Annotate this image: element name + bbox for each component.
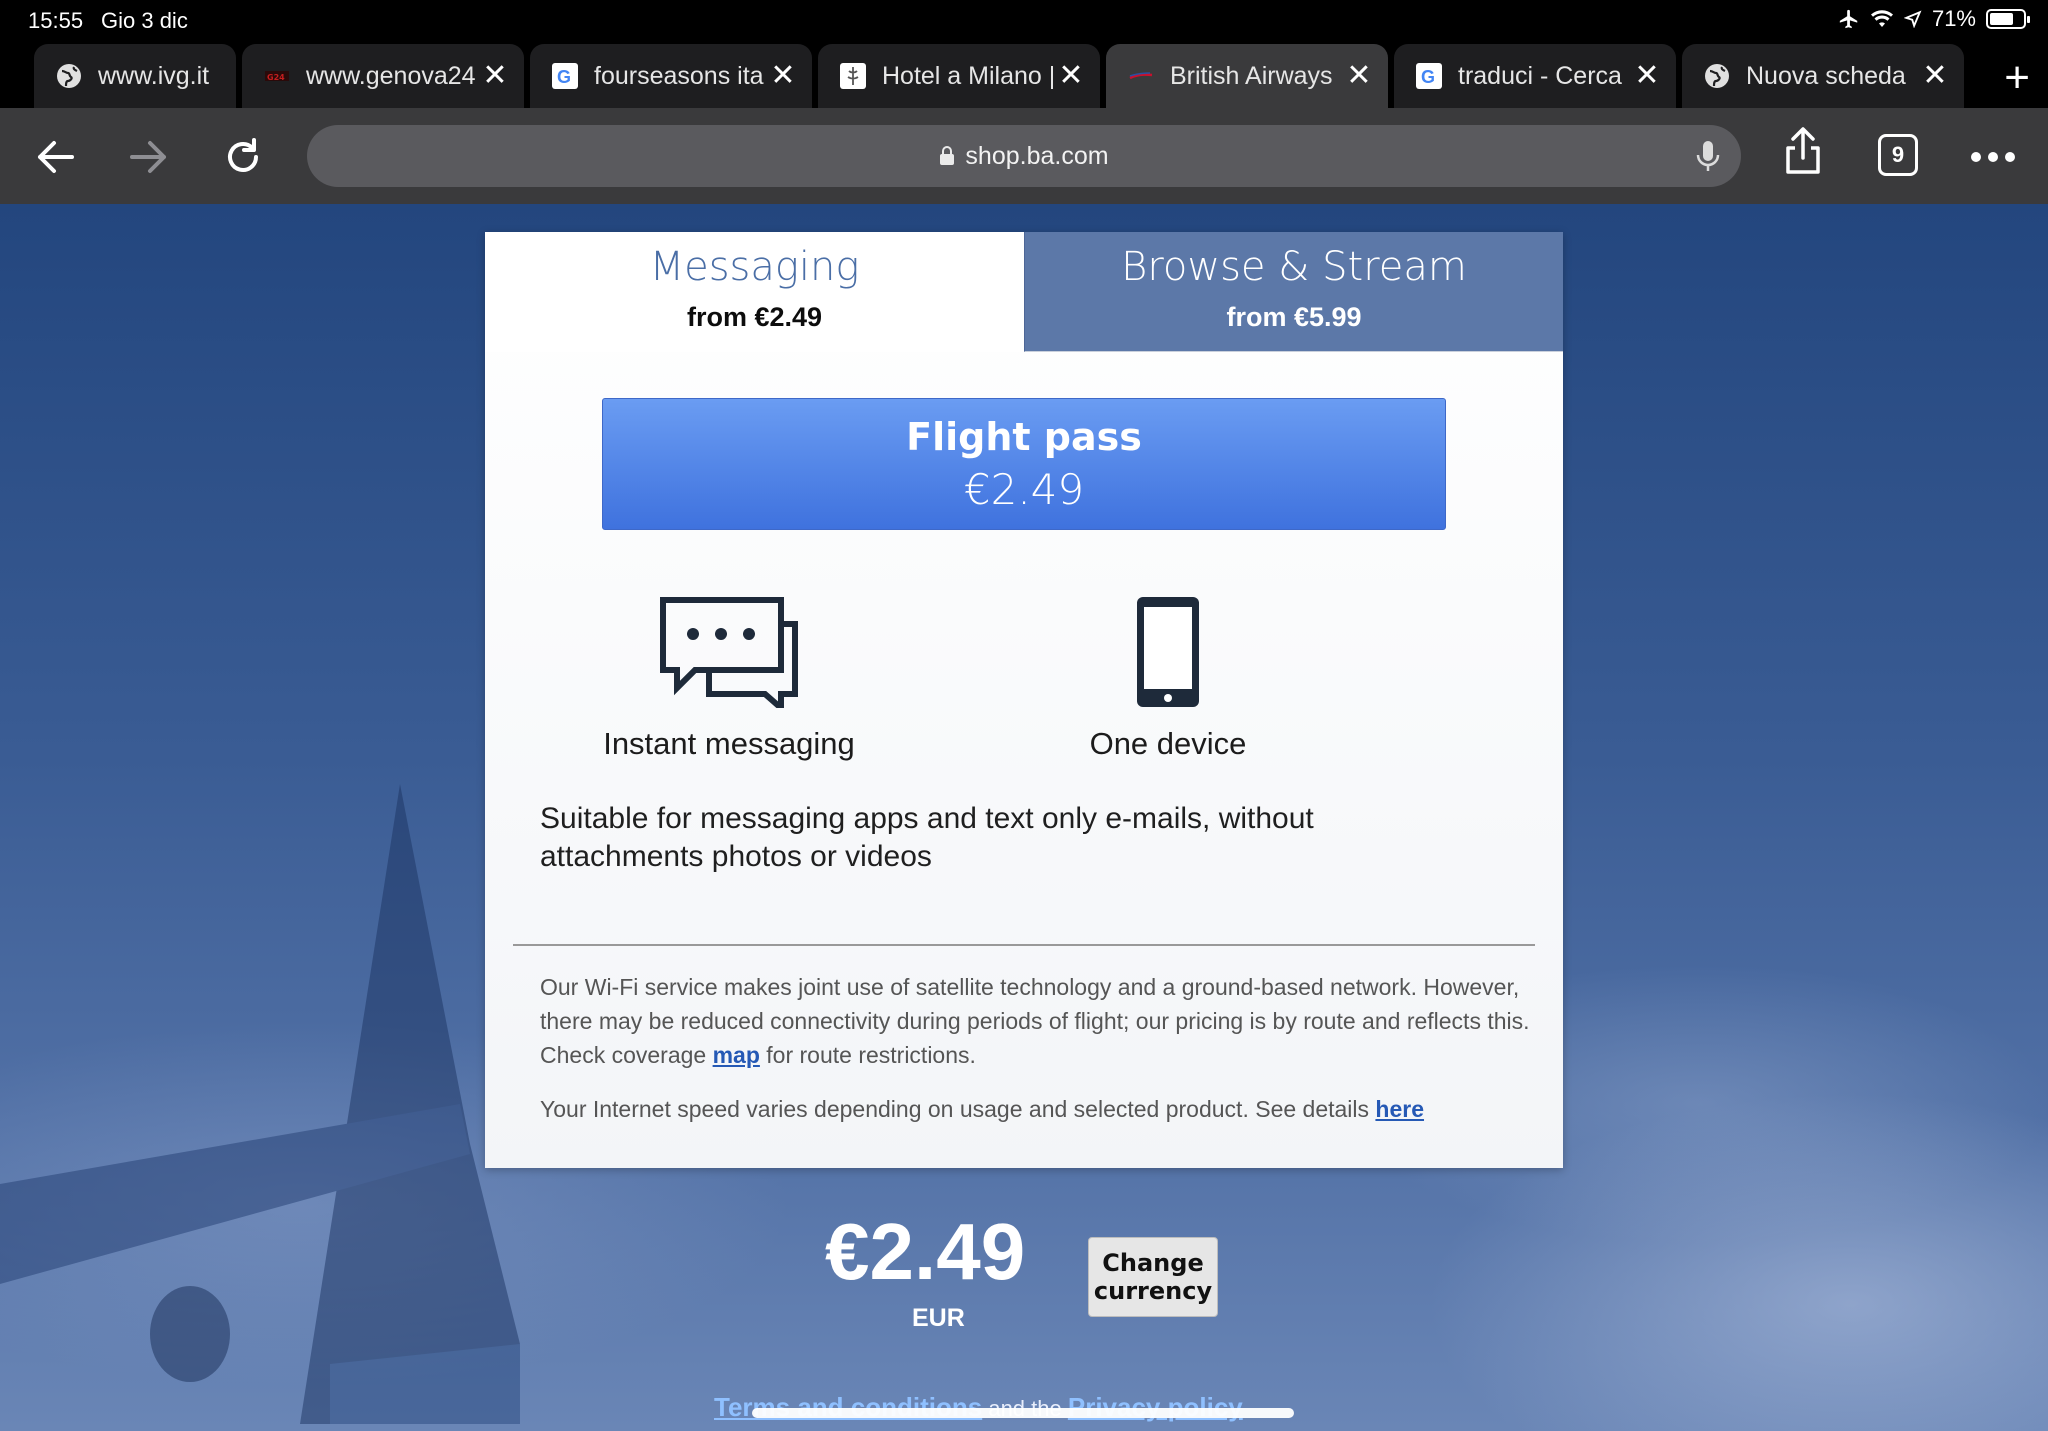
google-icon: G [552,63,578,89]
currency-code: EUR [912,1304,965,1332]
total-price: €2.49 [825,1207,1026,1296]
tab-title: traduci - Cerca [1458,61,1622,90]
forward-button[interactable] [126,134,172,180]
feature-one-device-label: One device [1089,726,1247,761]
lock-icon [940,146,955,165]
change-currency-button[interactable]: Change currency [1088,1237,1218,1317]
tab-title: fourseasons ita [594,61,764,90]
tab-messaging-price: from €2.49 [686,302,823,332]
divider [513,944,1535,946]
globe-icon [1704,63,1730,89]
tab-title: www.ivg.it [98,61,210,90]
url-text: shop.ba.com [965,141,1109,170]
reload-icon [228,138,258,172]
browser-tabs-bar: www.ivg.it G24 www.genova24 ✕ G fourseas… [0,40,2048,108]
share-icon [1786,127,1820,174]
flight-pass-price: €2.49 [963,465,1085,514]
feature-instant-messaging-label: Instant messaging [603,726,855,761]
smartphone-icon [968,592,1368,712]
back-button[interactable] [32,134,78,180]
close-tab-icon[interactable]: ✕ [1632,61,1662,91]
coverage-map-link[interactable]: map [713,1042,760,1068]
tab-browse-stream[interactable]: Browse & Stream from €5.99 [1024,232,1563,352]
share-button[interactable] [1780,127,1826,174]
status-date: Gio 3 dic [101,8,188,33]
tab-title: British Airways [1170,61,1333,90]
feature-one-device: One device [968,592,1368,762]
battery-percent: 71% [1931,6,1976,31]
tab-messaging-name: Messaging [649,244,860,290]
genova24-favicon: G24 [264,63,290,89]
browser-toolbar: shop.ba.com 9 [0,108,2048,204]
tab-switcher-button[interactable]: 9 [1878,134,1918,176]
speed-info-text: Your Internet speed varies depending on … [540,1092,1530,1126]
feature-instant-messaging: Instant messaging [529,592,929,762]
close-tab-icon[interactable]: ✕ [480,61,510,91]
svg-text:G24: G24 [267,73,285,82]
speed-details-link[interactable]: here [1375,1096,1424,1122]
browser-tab-active[interactable]: British Airways ✕ [1106,44,1388,108]
tab-browse-stream-price: from €5.99 [1226,302,1362,332]
address-bar[interactable]: shop.ba.com [307,125,1741,187]
reload-button[interactable] [220,134,266,180]
hotel-favicon [840,63,866,89]
new-tab-button[interactable]: + [2004,56,2030,100]
browser-tab[interactable]: G traduci - Cerca ✕ [1394,44,1676,108]
browser-tab[interactable]: Nuova scheda ✕ [1682,44,1964,108]
plan-tabs: Messaging from €2.49 Browse & Stream fro… [485,232,1563,352]
plan-card: Messaging from €2.49 Browse & Stream fro… [485,232,1563,1168]
more-menu-button[interactable] [1970,134,2016,180]
more-dots-icon [1971,152,2015,162]
status-icons: 71% [1838,6,2030,32]
tab-title: Hotel a Milano | [882,61,1056,90]
close-tab-icon[interactable]: ✕ [1056,61,1086,91]
arrow-right-icon [130,141,166,173]
home-indicator[interactable] [752,1408,1294,1418]
tab-title: Nuova scheda [1746,61,1906,90]
tab-title: www.genova24 [306,61,476,90]
google-icon: G [1416,63,1442,89]
status-bar: 15:55 Gio 3 dic 71% [0,0,2048,40]
svg-text:G: G [557,67,571,87]
microphone-icon[interactable] [1695,139,1721,173]
wifi-icon [1870,10,1893,27]
wifi-info-text-after: for route restrictions. [759,1042,976,1068]
tab-browse-stream-name: Browse & Stream [1121,244,1467,290]
close-tab-icon[interactable]: ✕ [1344,61,1374,91]
tab-messaging[interactable]: Messaging from €2.49 [485,232,1024,352]
browser-tab[interactable]: G fourseasons ita ✕ [530,44,812,108]
location-icon [1903,10,1922,28]
flight-pass-button[interactable]: Flight pass €2.49 [602,398,1446,530]
browser-tab[interactable]: G24 www.genova24 ✕ [242,44,524,108]
speed-info-text-body: Your Internet speed varies depending on … [540,1096,1376,1122]
chat-bubbles-icon [529,592,929,712]
close-tab-icon[interactable]: ✕ [1920,61,1950,91]
web-page: Messaging from €2.49 Browse & Stream fro… [0,204,2048,1431]
close-tab-icon[interactable]: ✕ [768,61,798,91]
flight-pass-label: Flight pass [906,415,1142,459]
plan-description: Suitable for messaging apps and text onl… [540,802,1314,873]
browser-tab[interactable]: Hotel a Milano | ✕ [818,44,1100,108]
battery-icon [1986,9,2030,29]
globe-icon [56,63,82,89]
airplane-mode-icon [1839,9,1858,29]
browser-tab[interactable]: www.ivg.it [34,44,236,108]
wifi-info-text-before: Our Wi-Fi service makes joint use of sat… [540,974,1530,1068]
svg-text:G: G [1421,67,1435,87]
wifi-info-text: Our Wi-Fi service makes joint use of sat… [540,970,1530,1072]
status-time: 15:55 [28,8,84,33]
british-airways-favicon [1128,63,1154,89]
arrow-left-icon [38,141,74,173]
